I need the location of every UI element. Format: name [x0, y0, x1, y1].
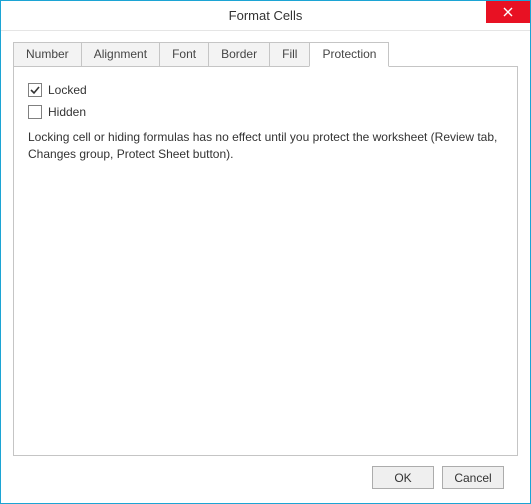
- tab-border[interactable]: Border: [208, 42, 270, 66]
- hidden-row: Hidden: [28, 105, 503, 119]
- tab-font[interactable]: Font: [159, 42, 209, 66]
- dialog-content: Number Alignment Font Border Fill Protec…: [1, 31, 530, 503]
- format-cells-dialog: Format Cells Number Alignment Font Borde…: [0, 0, 531, 504]
- ok-button[interactable]: OK: [372, 466, 434, 489]
- hidden-checkbox[interactable]: [28, 105, 42, 119]
- tab-number[interactable]: Number: [13, 42, 82, 66]
- protection-panel: Locked Hidden Locking cell or hiding for…: [13, 66, 518, 456]
- titlebar: Format Cells: [1, 1, 530, 31]
- locked-label[interactable]: Locked: [48, 83, 87, 97]
- checkmark-icon: [30, 85, 40, 95]
- window-title: Format Cells: [1, 8, 530, 23]
- tab-strip: Number Alignment Font Border Fill Protec…: [13, 41, 518, 66]
- tab-protection[interactable]: Protection: [309, 42, 389, 67]
- locked-checkbox[interactable]: [28, 83, 42, 97]
- protection-description: Locking cell or hiding formulas has no e…: [28, 129, 503, 163]
- close-icon: [503, 7, 513, 17]
- cancel-button[interactable]: Cancel: [442, 466, 504, 489]
- hidden-label[interactable]: Hidden: [48, 105, 86, 119]
- close-button[interactable]: [486, 1, 530, 23]
- tab-fill[interactable]: Fill: [269, 42, 310, 66]
- tab-alignment[interactable]: Alignment: [81, 42, 160, 66]
- dialog-buttons: OK Cancel: [13, 456, 518, 503]
- locked-row: Locked: [28, 83, 503, 97]
